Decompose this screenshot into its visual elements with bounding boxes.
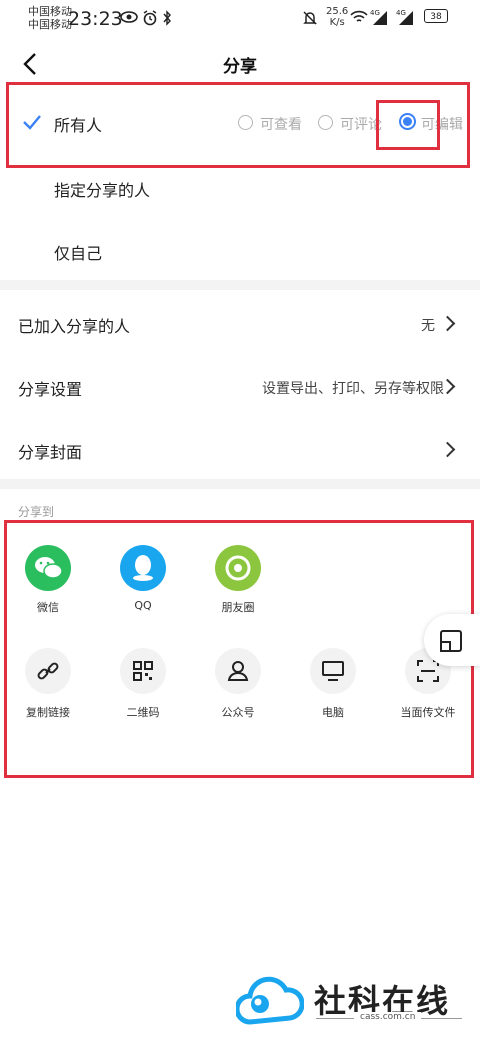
share-qq[interactable]: QQ (98, 545, 188, 612)
watermark-url: cass.com.cn (354, 1012, 422, 1022)
highlight-box-edit (376, 100, 440, 150)
share-official-account[interactable]: 公众号 (193, 648, 283, 720)
signal-icon-1 (373, 11, 387, 25)
alarm-icon (143, 10, 157, 26)
share-to-label: 分享到 (18, 505, 55, 519)
section-divider (0, 280, 480, 290)
qrcode-label: 二维码 (126, 706, 160, 719)
network-speed: 25.6 K/s (326, 6, 349, 28)
share-settings-value: 设置导出、打印、另存等权限 (262, 381, 444, 397)
section-divider (0, 479, 480, 489)
watermark-logo: 社科在线 cass.com.cn (236, 970, 476, 1036)
share-computer[interactable]: 电脑 (288, 648, 378, 720)
carrier-1: 中国移动 (28, 5, 72, 18)
person-icon (215, 648, 261, 694)
wechat-icon (25, 545, 71, 591)
pip-icon (440, 630, 462, 652)
status-time: 23:23 (68, 8, 123, 30)
share-wechat[interactable]: 微信 (3, 545, 93, 615)
share-cover-label: 分享封面 (18, 443, 83, 462)
official-account-label: 公众号 (221, 706, 255, 719)
battery-icon: 38 (424, 9, 448, 23)
share-moments[interactable]: 朋友圈 (193, 545, 283, 615)
link-icon (25, 648, 71, 694)
share-qrcode[interactable]: 二维码 (98, 648, 188, 720)
qq-icon (120, 545, 166, 591)
mute-icon (303, 11, 317, 25)
bluetooth-icon (163, 10, 171, 26)
moments-label: 朋友圈 (221, 601, 255, 614)
cloud-logo-icon (236, 976, 304, 1025)
qrcode-icon (120, 648, 166, 694)
wechat-label: 微信 (37, 601, 59, 614)
page-title: 分享 (223, 57, 257, 77)
floating-window-button[interactable] (424, 614, 480, 666)
face-to-face-label: 当面传文件 (400, 706, 456, 719)
monitor-icon (310, 648, 356, 694)
eye-icon (120, 11, 138, 23)
option-self-only[interactable]: 仅自己 (54, 240, 102, 264)
joined-users-value: 无 (421, 318, 435, 334)
moments-icon (215, 545, 261, 591)
wifi-icon (350, 10, 368, 22)
qq-label: QQ (134, 599, 152, 612)
copy-link-label: 复制链接 (26, 706, 70, 719)
share-copy-link[interactable]: 复制链接 (3, 648, 93, 720)
carrier-2: 中国移动 (28, 18, 72, 31)
option-specified[interactable]: 指定分享的人 (54, 177, 150, 201)
computer-label: 电脑 (322, 706, 344, 719)
signal-icon-2 (399, 11, 413, 25)
share-settings-label: 分享设置 (18, 380, 83, 399)
joined-users-label: 已加入分享的人 (18, 317, 131, 336)
